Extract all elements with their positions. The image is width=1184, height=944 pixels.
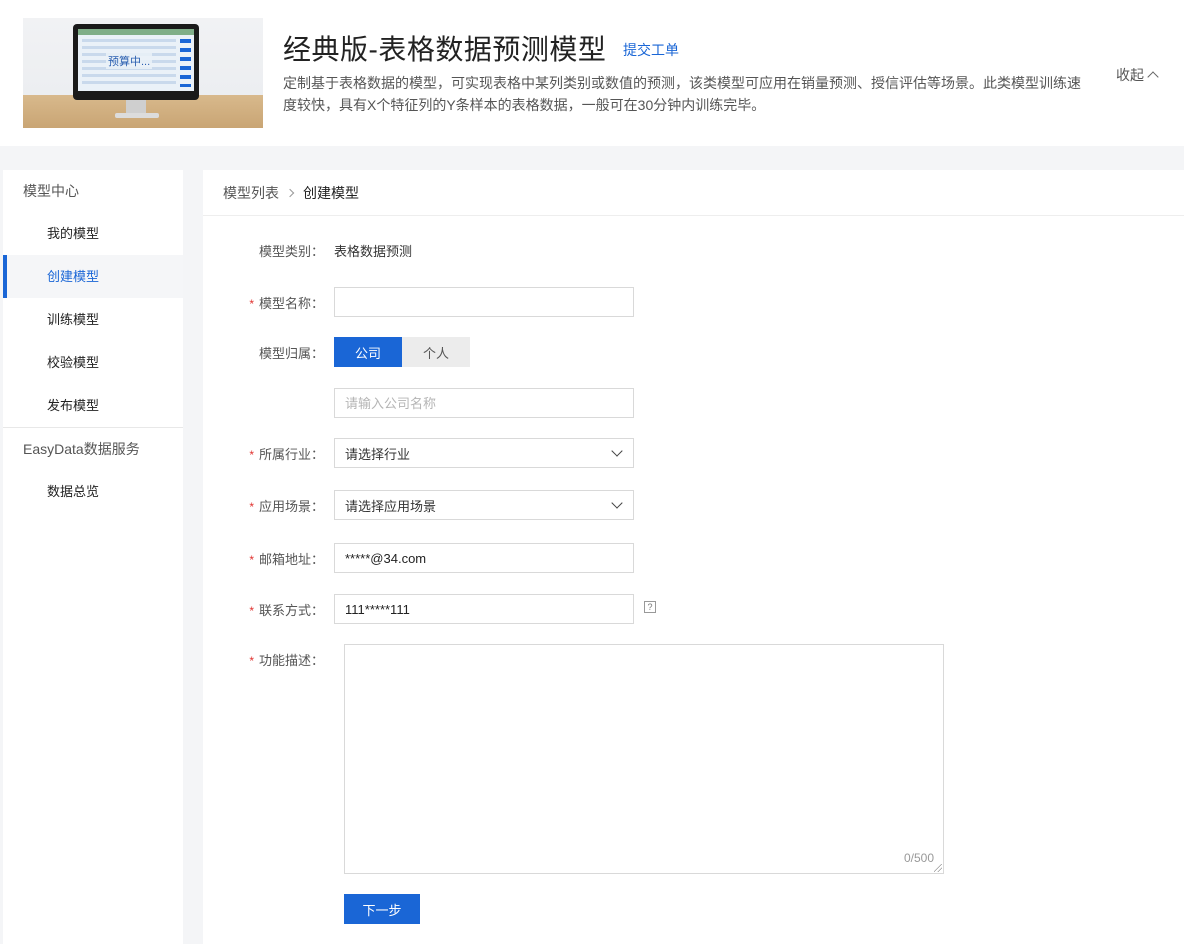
chevron-down-icon bbox=[611, 445, 623, 457]
monitor-stand bbox=[126, 100, 146, 114]
screen-bars-graphic bbox=[180, 39, 191, 87]
ownership-toggle: 公司 个人 bbox=[334, 337, 470, 367]
header-banner: 预算中... 经典版-表格数据预测模型 提交工单 定制基于表格数据的模型，可实现… bbox=[0, 0, 1184, 146]
description-textarea-wrapper: 0/500 bbox=[344, 644, 944, 874]
sidebar-item-train-model[interactable]: 训练模型 bbox=[3, 298, 183, 341]
help-icon[interactable]: ? bbox=[644, 601, 656, 613]
description-textarea[interactable] bbox=[345, 645, 943, 873]
required-mark: * bbox=[249, 654, 254, 668]
chevron-down-icon bbox=[611, 497, 623, 509]
page-description: 定制基于表格数据的模型，可实现表格中某列类别或数值的预测，该类模型可应用在销量预… bbox=[283, 75, 1081, 113]
contact-input[interactable] bbox=[334, 594, 634, 624]
page-title: 经典版-表格数据预测模型 bbox=[283, 34, 607, 65]
row-contact: *联系方式： ? bbox=[203, 594, 656, 624]
submit-ticket-link[interactable]: 提交工单 bbox=[623, 40, 679, 60]
row-model-name: * 模型名称： bbox=[203, 287, 634, 317]
sidebar-item-publish-model[interactable]: 发布模型 bbox=[3, 384, 183, 427]
model-name-input[interactable] bbox=[334, 287, 634, 317]
required-mark: * bbox=[249, 447, 254, 462]
required-mark: * bbox=[249, 603, 254, 618]
collapse-button[interactable]: 收起 bbox=[1116, 65, 1159, 85]
sidebar-item-create-model[interactable]: 创建模型 bbox=[3, 255, 183, 298]
contact-label: * 联系方式： bbox=[249, 602, 324, 618]
sidebar: 模型中心 我的模型 创建模型 训练模型 校验模型 发布模型 EasyData数据… bbox=[3, 170, 183, 944]
ownership-label: 模型归属： bbox=[258, 345, 324, 361]
chevron-right-icon bbox=[285, 188, 295, 197]
scenario-select[interactable]: 请选择应用场景 bbox=[334, 490, 634, 520]
sidebar-item-data-overview[interactable]: 数据总览 bbox=[3, 470, 183, 513]
model-name-label: * 模型名称： bbox=[249, 295, 324, 311]
sidebar-item-my-models[interactable]: 我的模型 bbox=[3, 212, 183, 255]
row-model-type: 模型类别： 表格数据预测 bbox=[203, 240, 412, 260]
required-mark: * bbox=[249, 296, 254, 311]
model-type-label: 模型类别： bbox=[258, 243, 324, 259]
breadcrumb: 模型列表 创建模型 bbox=[203, 170, 1184, 216]
monitor-base bbox=[115, 113, 159, 118]
company-name-input[interactable] bbox=[334, 388, 634, 418]
scenario-label: * 应用场景： bbox=[249, 498, 324, 514]
row-company-name bbox=[203, 388, 634, 418]
collapse-label: 收起 bbox=[1116, 67, 1144, 83]
main-panel: 模型列表 创建模型 模型类别： 表格数据预测 * 模型名称： 模型归属： 公司 个… bbox=[203, 170, 1184, 944]
breadcrumb-model-list[interactable]: 模型列表 bbox=[223, 183, 279, 203]
industry-select-value: 请选择行业 bbox=[345, 446, 411, 462]
row-description: * 功能描述： bbox=[203, 650, 334, 669]
resize-handle-icon[interactable] bbox=[934, 864, 942, 872]
chevron-up-icon bbox=[1147, 71, 1159, 83]
industry-select[interactable]: 请选择行业 bbox=[334, 438, 634, 468]
sidebar-group-easydata: EasyData数据服务 bbox=[23, 441, 140, 457]
monitor-screen-text: 预算中... bbox=[106, 53, 153, 69]
industry-label: * 所属行业： bbox=[249, 446, 324, 462]
required-mark: * bbox=[249, 499, 254, 514]
description-label: * 功能描述： bbox=[249, 653, 324, 668]
row-scenario: * 应用场景： 请选择应用场景 bbox=[203, 490, 634, 520]
char-counter: 0/500 bbox=[903, 851, 934, 865]
scenario-select-value: 请选择应用场景 bbox=[345, 498, 437, 514]
sidebar-item-validate-model[interactable]: 校验模型 bbox=[3, 341, 183, 384]
email-label: * 邮箱地址： bbox=[249, 551, 324, 567]
email-input[interactable] bbox=[334, 543, 634, 573]
sidebar-group-model-center: 模型中心 bbox=[23, 183, 79, 199]
ownership-personal-button[interactable]: 个人 bbox=[402, 337, 470, 367]
row-ownership: 模型归属： 公司 个人 bbox=[203, 337, 470, 367]
banner-illustration: 预算中... bbox=[23, 18, 263, 128]
row-email: * 邮箱地址： bbox=[203, 543, 634, 573]
row-industry: * 所属行业： 请选择行业 bbox=[203, 438, 634, 468]
next-step-button[interactable]: 下一步 bbox=[344, 894, 420, 924]
monitor-screen: 预算中... bbox=[78, 29, 194, 91]
breadcrumb-current: 创建模型 bbox=[303, 184, 359, 201]
model-type-value: 表格数据预测 bbox=[334, 243, 413, 259]
monitor-graphic: 预算中... bbox=[73, 24, 199, 100]
ownership-company-button[interactable]: 公司 bbox=[334, 337, 402, 367]
required-mark: * bbox=[249, 552, 254, 567]
